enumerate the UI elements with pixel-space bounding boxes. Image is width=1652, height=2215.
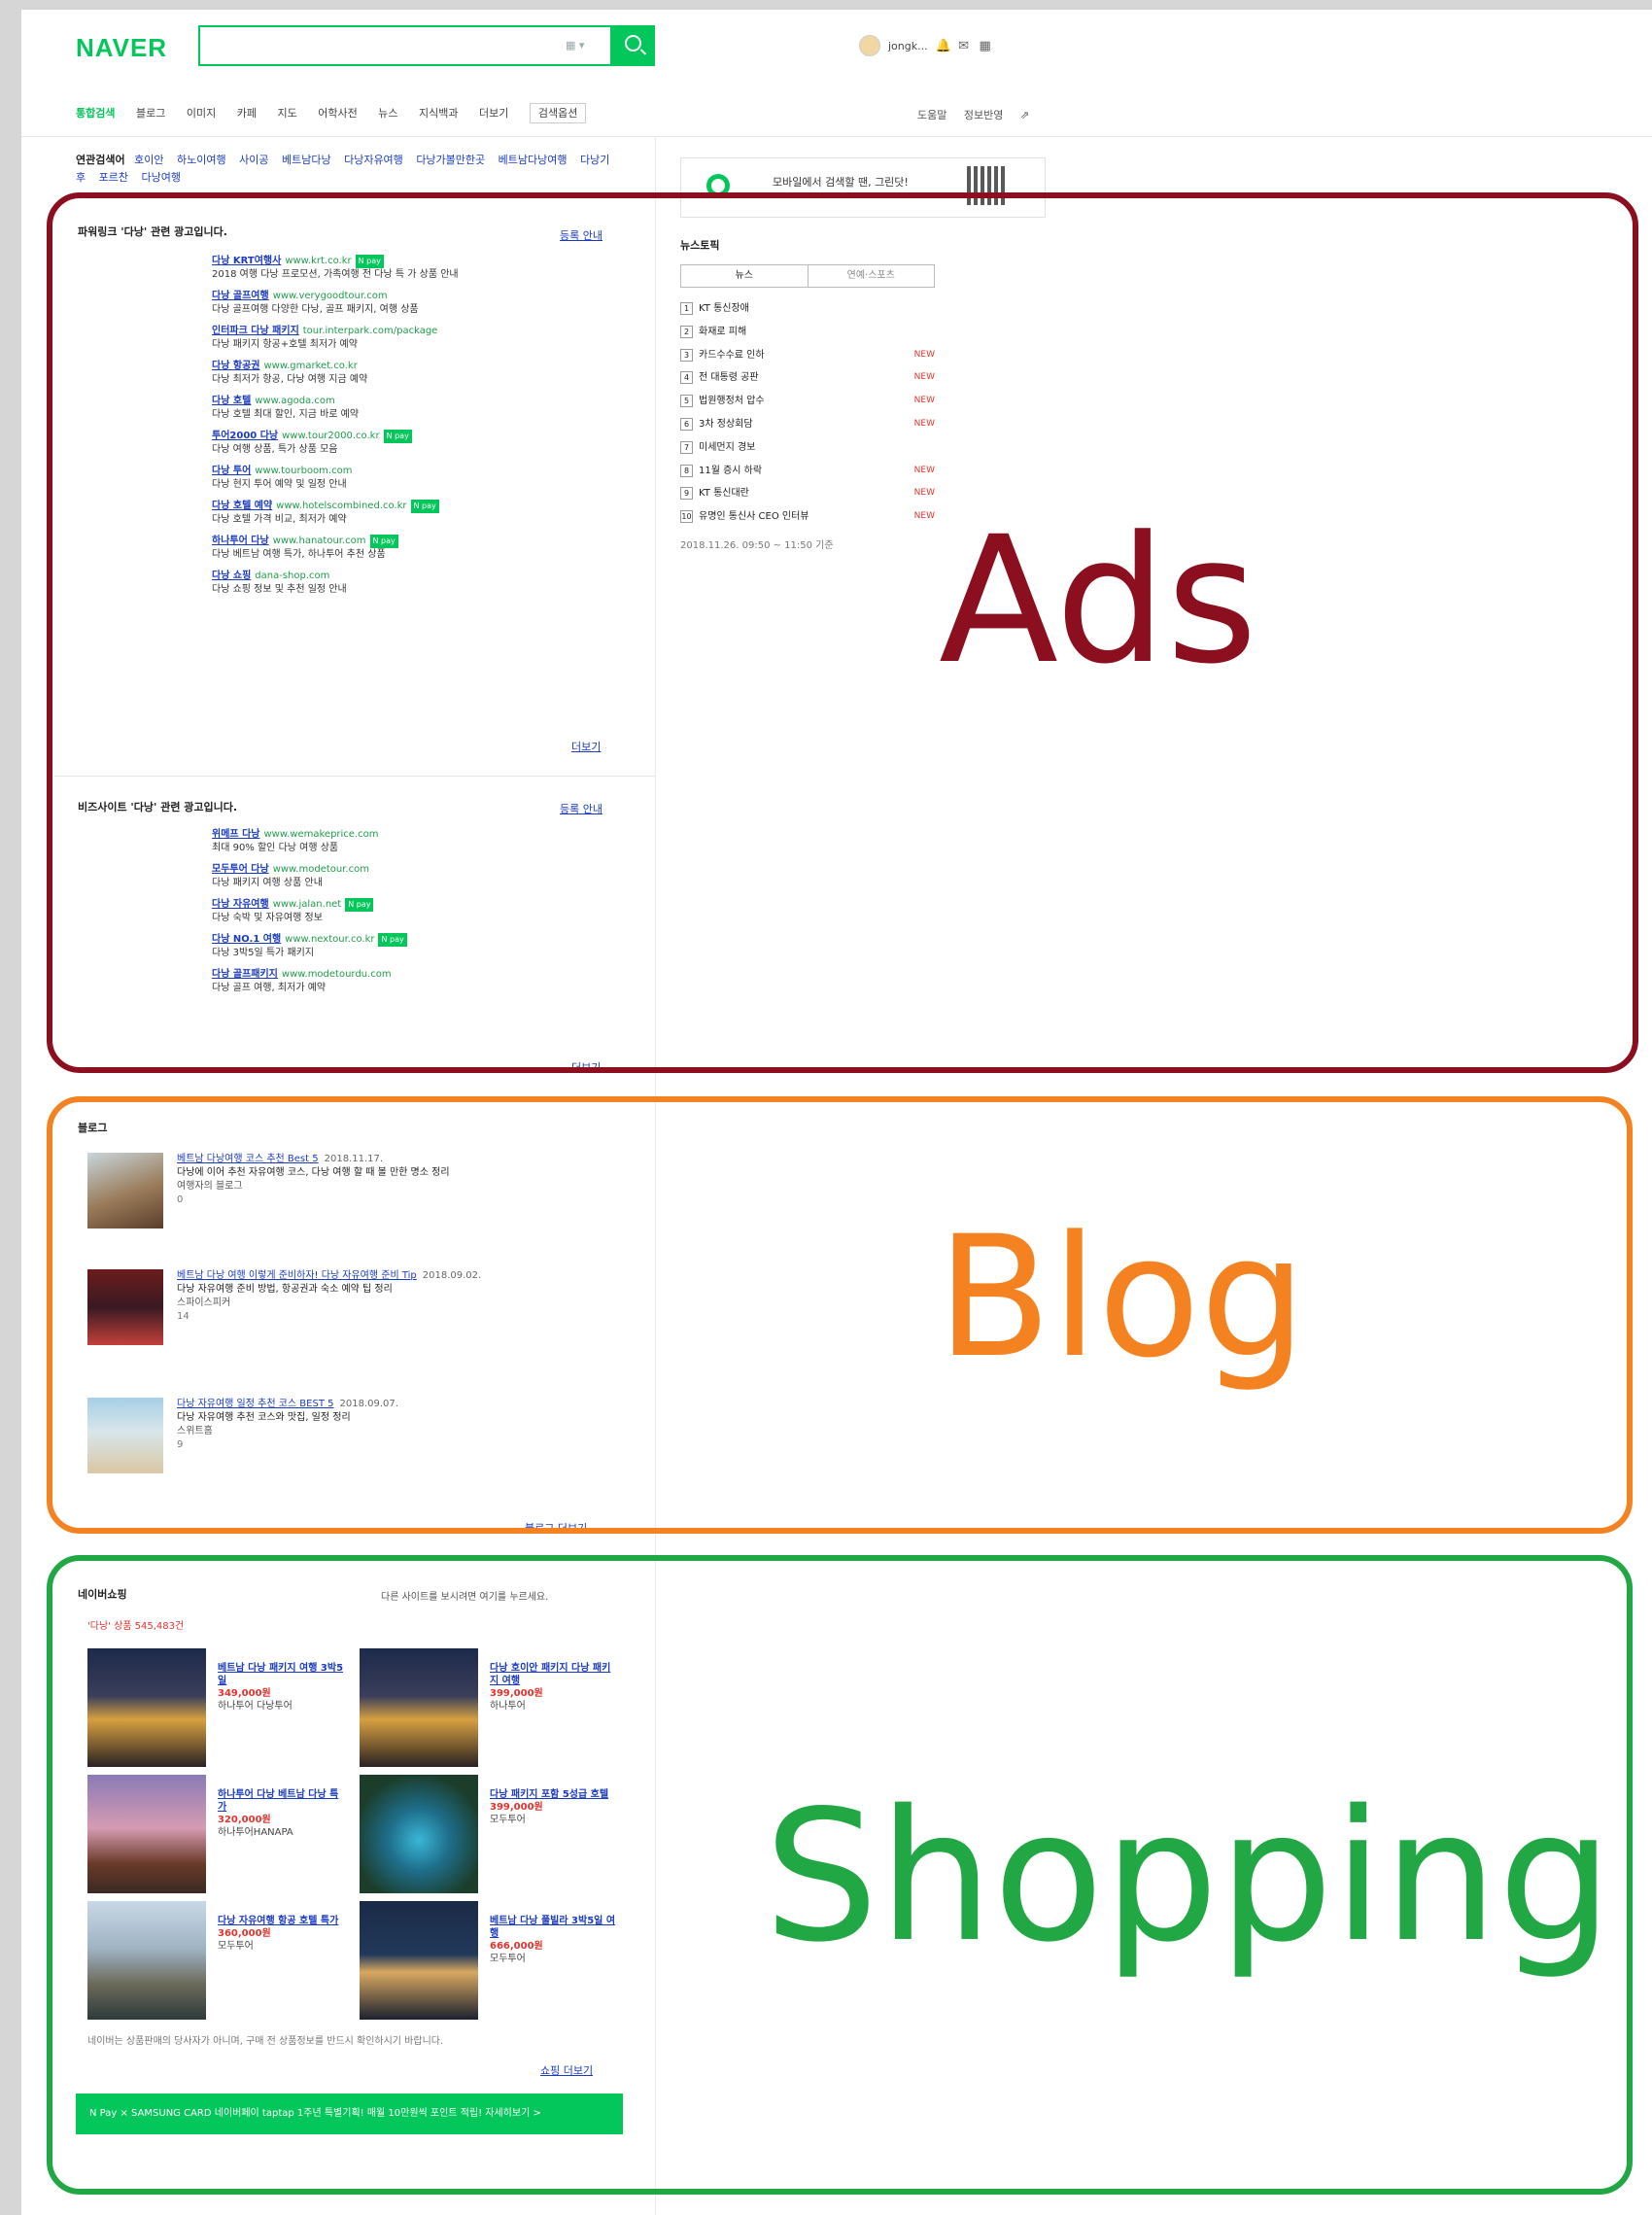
tab-blog[interactable]: 블로그 <box>136 107 165 120</box>
related-label: 연관검색어 <box>76 154 125 166</box>
related-item[interactable]: 호이안 <box>134 154 163 166</box>
related-item[interactable]: 베트남다낭 <box>282 154 331 166</box>
related-item[interactable]: 다낭여행 <box>142 171 181 184</box>
related-item[interactable]: 사이공 <box>239 154 268 166</box>
search-icon <box>624 35 641 52</box>
blog-region-outline <box>47 1096 1633 1534</box>
related-item[interactable]: 포르찬 <box>99 171 128 184</box>
related-item[interactable]: 베트남다낭여행 <box>499 154 568 166</box>
naver-logo[interactable]: NAVER <box>76 33 167 63</box>
tab-map[interactable]: 지도 <box>277 107 296 120</box>
ads-annotation-label: Ads <box>939 500 1258 703</box>
avatar[interactable] <box>859 35 880 56</box>
user-name[interactable]: jongk... <box>888 40 928 52</box>
ads-region-outline <box>47 192 1638 1073</box>
bell-icon[interactable]: 🔔 <box>936 39 951 53</box>
search-options-button[interactable]: 검색옵션 <box>529 103 587 123</box>
apps-grid-icon[interactable]: ▦ <box>979 39 992 53</box>
header-divider <box>21 136 1652 137</box>
tab-news[interactable]: 뉴스 <box>378 107 397 120</box>
blog-annotation-label: Blog <box>937 1199 1307 1395</box>
tab-all[interactable]: 통합검색 <box>76 107 115 120</box>
search-button[interactable] <box>610 25 655 66</box>
feedback-link[interactable]: 정보반영 <box>964 109 1003 121</box>
header-links: 도움말 정보반영 ⇗ <box>917 107 1043 122</box>
related-item[interactable]: 다낭자유여행 <box>344 154 403 166</box>
help-link[interactable]: 도움말 <box>917 109 946 121</box>
tab-encyclopedia[interactable]: 지식백과 <box>419 107 458 120</box>
related-item[interactable]: 하노이여행 <box>177 154 226 166</box>
user-menu: jongk... 🔔 ✉ ▦ <box>859 35 992 56</box>
promo-text: 모바일에서 검색할 땐, 그린닷! <box>773 176 909 189</box>
share-icon[interactable]: ⇗ <box>1020 109 1029 121</box>
tab-more[interactable]: 더보기 <box>479 107 508 120</box>
tab-dictionary[interactable]: 어학사전 <box>318 107 357 120</box>
tab-image[interactable]: 이미지 <box>187 107 216 120</box>
tab-cafe[interactable]: 카페 <box>237 107 257 120</box>
shopping-annotation-label: Shopping <box>764 1771 1613 1982</box>
search-tabs: 통합검색 블로그 이미지 카페 지도 어학사전 뉴스 지식백과 더보기 검색옵션 <box>76 103 603 123</box>
related-item[interactable]: 다낭가볼만한곳 <box>416 154 485 166</box>
search-box: ▦ ▾ <box>198 25 655 66</box>
search-input[interactable] <box>208 34 533 59</box>
mail-icon[interactable]: ✉ <box>957 39 971 53</box>
page: NAVER ▦ ▾ jongk... 🔔 ✉ ▦ 통합검색 블로그 이미지 카페… <box>0 0 1652 2215</box>
related-searches: 연관검색어 호이안 하노이여행 사이공 베트남다낭 다낭자유여행 다낭가볼만한곳… <box>76 152 620 187</box>
keyboard-icon[interactable]: ▦ ▾ <box>566 39 584 52</box>
